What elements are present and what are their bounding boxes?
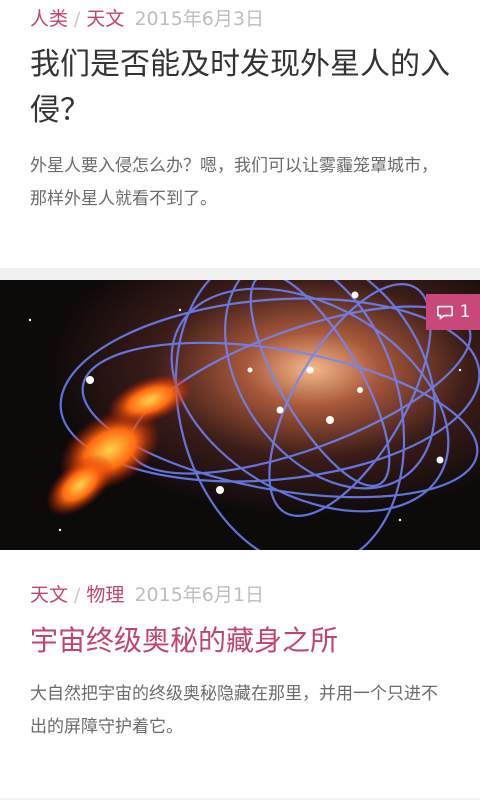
- comment-bubble-icon: [436, 305, 453, 320]
- post-meta: 天文 / 物理 2015年6月1日: [30, 580, 264, 607]
- article-card[interactable]: 人类 / 天文 2015年6月3日 我们是否能及时发现外星人的入侵？ 外星人要入侵怎么…: [0, 0, 480, 268]
- post-thumbnail[interactable]: 1: [0, 280, 480, 550]
- post-excerpt: 大自然把宇宙的终级奥秘隐藏在那里，并用一个只进不出的屏障守护着它。: [30, 684, 438, 737]
- category-separator: /: [74, 8, 81, 30]
- category-link[interactable]: 人类: [30, 8, 68, 30]
- post-date: 2015年6月3日: [134, 8, 264, 30]
- category-separator: /: [74, 584, 81, 606]
- post-date: 2015年6月1日: [134, 584, 264, 606]
- post-meta: 人类 / 天文 2015年6月3日: [30, 4, 264, 31]
- post-excerpt: 外星人要入侵怎么办？嗯，我们可以让雾霾笼罩城市，那样外星人就看不到了。: [30, 156, 438, 209]
- category-link[interactable]: 天文: [86, 8, 124, 30]
- category-link[interactable]: 天文: [30, 584, 68, 606]
- category-link[interactable]: 物理: [86, 584, 124, 606]
- article-card[interactable]: 1 天文 / 物理 2015年6月1日 宇宙终级奥秘的藏身之所 大自然把宇宙的终级奥秘…: [0, 280, 480, 798]
- galaxy-center-image: [0, 280, 480, 550]
- post-title[interactable]: 宇宙终级奥秘的藏身之所: [30, 618, 460, 664]
- comment-count: 1: [459, 302, 471, 322]
- comment-count-badge[interactable]: 1: [426, 294, 480, 330]
- post-title[interactable]: 我们是否能及时发现外星人的入侵？: [30, 42, 460, 134]
